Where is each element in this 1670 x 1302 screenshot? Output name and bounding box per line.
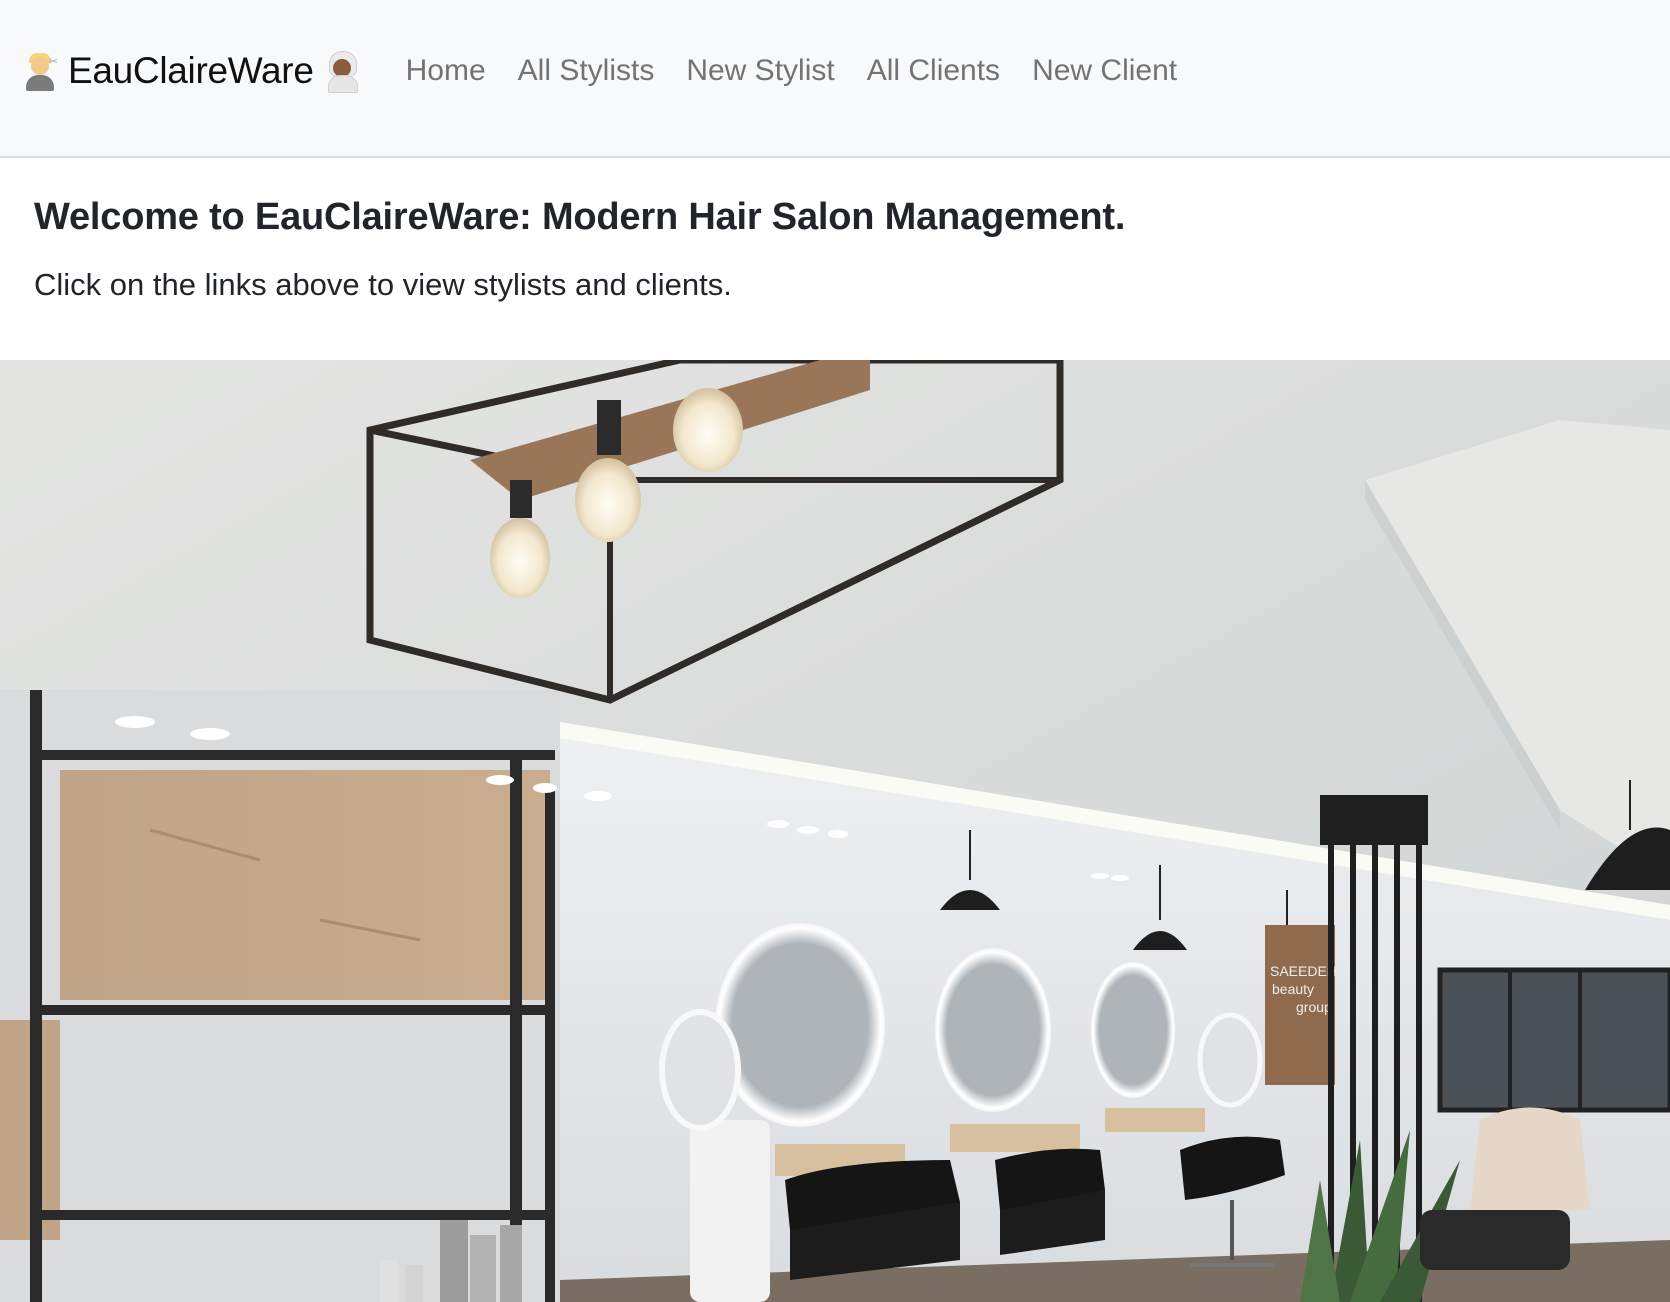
navbar: ✂ EauClaireWare Home All Stylists New St… [0,0,1670,158]
man-getting-haircut-icon: ✂ [22,51,58,91]
woman-in-steamy-room-icon [324,51,360,93]
sign-text-line-1: SAEEDEH [1270,963,1337,979]
intro-text: Click on the links above to view stylist… [34,267,732,302]
brand-name: EauClaireWare [68,50,314,91]
nav-link-new-client[interactable]: New Client [1032,54,1177,88]
page-title: Welcome to EauClaireWare: Modern Hair Sa… [34,196,1126,238]
brand-link[interactable]: ✂ EauClaireWare [22,48,360,94]
sign-text-line-3: group [1296,999,1332,1015]
sign-text-line-2: beauty [1272,981,1314,997]
nav-link-new-stylist[interactable]: New Stylist [686,54,834,88]
nav-link-home[interactable]: Home [406,54,486,88]
nav-link-all-stylists[interactable]: All Stylists [518,54,655,88]
salon-interior-photo: SAEEDEH beauty group [0,360,1670,1302]
main-content: Welcome to EauClaireWare: Modern Hair Sa… [0,158,1670,342]
nav-link-all-clients[interactable]: All Clients [867,54,1000,88]
nav-links: Home All Stylists New Stylist All Client… [406,48,1210,94]
